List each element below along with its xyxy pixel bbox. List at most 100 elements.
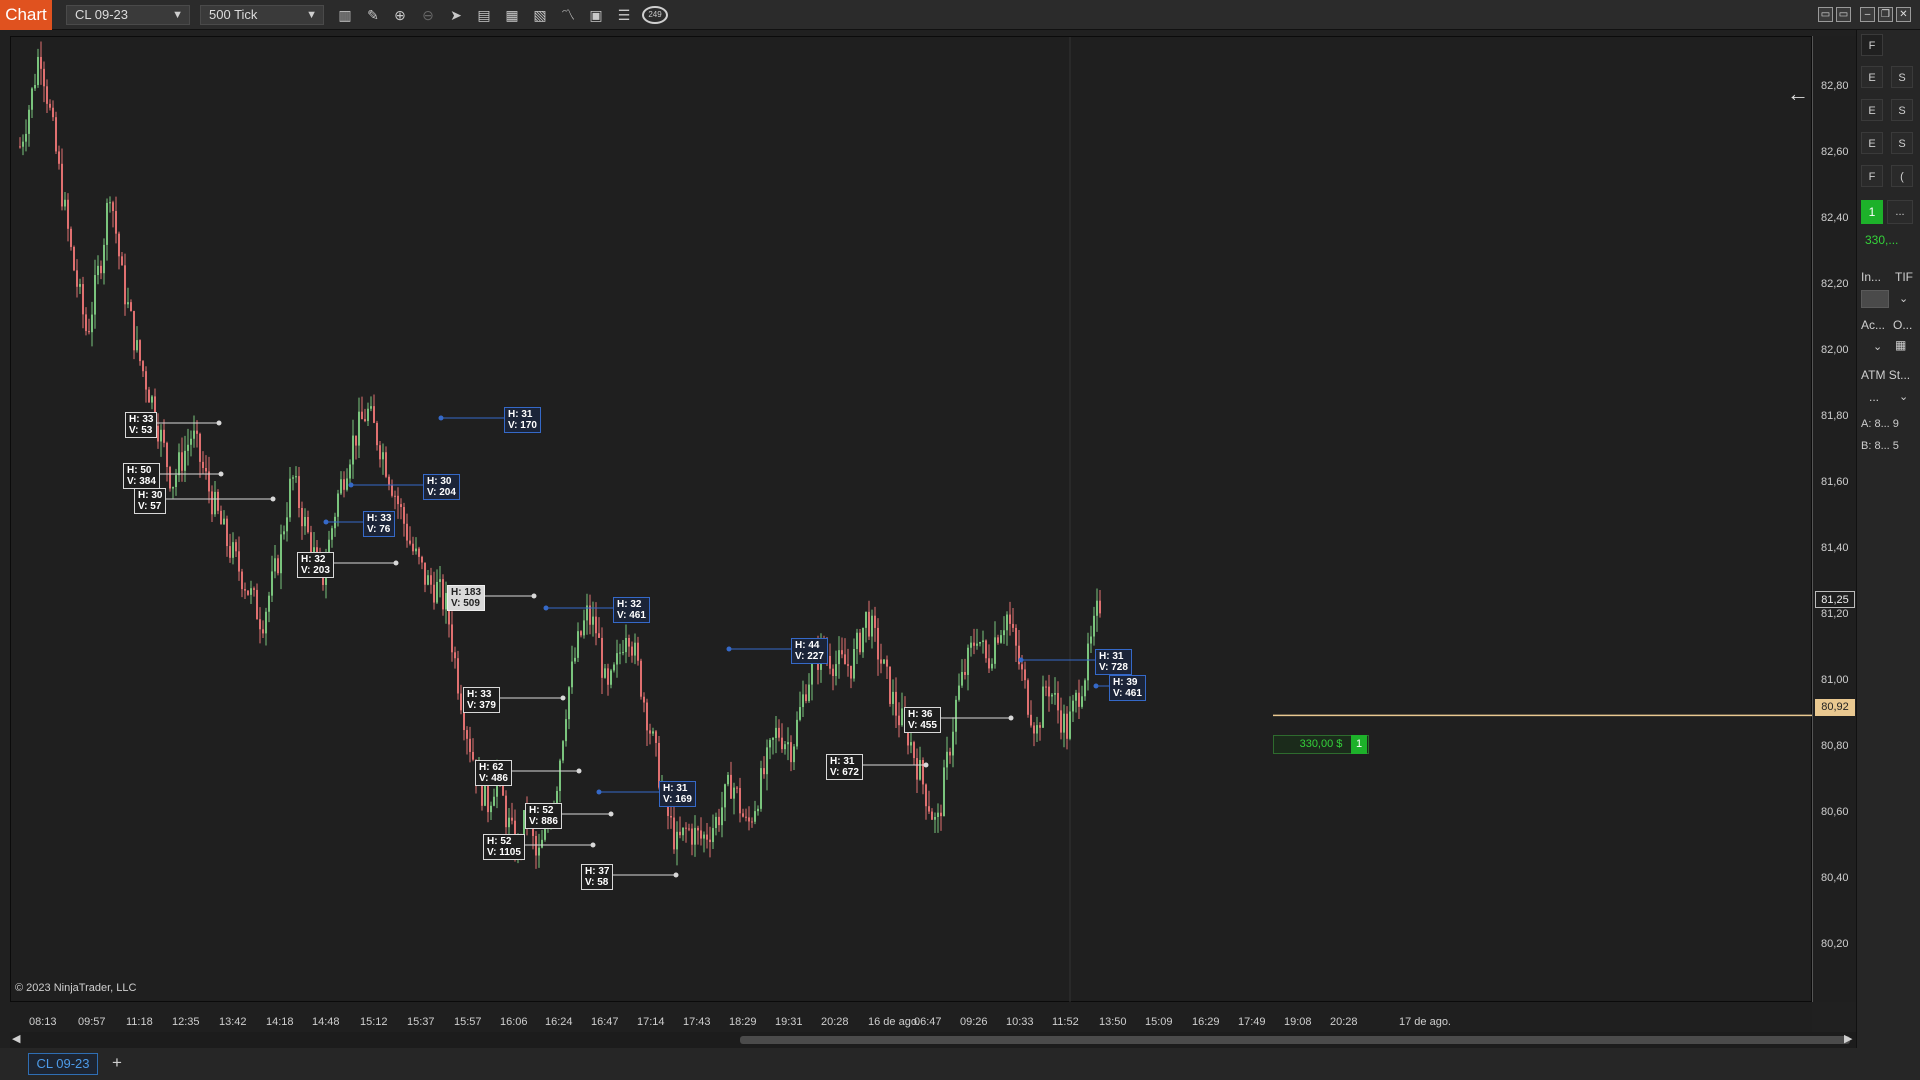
candle-body bbox=[607, 668, 609, 685]
time-tick: 11:52 bbox=[1052, 1016, 1079, 1028]
candle-body bbox=[358, 411, 360, 446]
chart-panel[interactable]: ← H: 33 V: 53 H: 50 V: 384 H: 30 V: 57 H: 32 V:… bbox=[10, 36, 1813, 1003]
restore-icon[interactable]: ❐ bbox=[1878, 7, 1893, 22]
price-axis[interactable]: 82,80 82,60 82,40 82,20 82,00 81,80 81,6… bbox=[1812, 36, 1856, 1002]
chevron-down-icon[interactable]: ⌄ bbox=[1899, 292, 1908, 305]
time-tick: 09:26 bbox=[960, 1016, 988, 1028]
chart-title-tab[interactable]: Chart bbox=[0, 0, 52, 30]
candle-body bbox=[223, 518, 225, 525]
tile-window-icon-2[interactable]: ▭ bbox=[1836, 7, 1851, 22]
candle-body bbox=[715, 816, 717, 829]
time-axis[interactable]: 08:13 09:57 11:18 12:35 13:42 14:18 14:48 15:12… bbox=[10, 1002, 1812, 1032]
chevron-down-icon[interactable]: ⌄ bbox=[1873, 340, 1882, 353]
candle-body bbox=[46, 86, 48, 104]
candle-body bbox=[67, 199, 69, 229]
position-qty-label[interactable]: 1 bbox=[1351, 735, 1367, 754]
more-button[interactable]: ... bbox=[1887, 200, 1913, 224]
swing-annotation[interactable]: H: 44 V: 227 bbox=[791, 638, 828, 664]
candle-body bbox=[40, 56, 42, 69]
tile-window-icon[interactable]: ▭ bbox=[1818, 7, 1833, 22]
time-tick: 08:13 bbox=[29, 1016, 57, 1028]
add-tab-button[interactable]: + bbox=[106, 1053, 128, 1075]
last-price-marker: 81,25 bbox=[1815, 591, 1855, 608]
minimize-icon[interactable]: – bbox=[1860, 7, 1875, 22]
swing-point bbox=[923, 762, 929, 768]
price-chart[interactable] bbox=[11, 37, 1813, 1003]
swing-annotation[interactable]: H: 31 V: 672 bbox=[826, 754, 863, 780]
swing-height: H: 31 bbox=[830, 756, 855, 767]
drawing-tool-icon[interactable]: ✎ bbox=[364, 6, 382, 24]
swing-height: H: 33 bbox=[467, 689, 492, 700]
time-tick: 19:08 bbox=[1284, 1016, 1312, 1028]
swing-annotation[interactable]: H: 31 V: 728 bbox=[1095, 649, 1132, 675]
bar-style-icon[interactable]: ▥ bbox=[336, 6, 354, 24]
panel-e-button[interactable]: E bbox=[1861, 66, 1883, 88]
price-tick: 82,20 bbox=[1821, 278, 1849, 290]
swing-annotation[interactable]: H: 52 V: 886 bbox=[525, 803, 562, 829]
scroll-left-icon[interactable]: ◀ bbox=[12, 1032, 20, 1045]
swing-annotation[interactable]: H: 39 V: 461 bbox=[1109, 675, 1146, 701]
panel-s-button[interactable]: S bbox=[1891, 99, 1913, 121]
candle-body bbox=[76, 270, 78, 287]
panel-e-button[interactable]: E bbox=[1861, 132, 1883, 154]
chevron-down-icon[interactable]: ⌄ bbox=[1899, 390, 1908, 403]
swing-annotation[interactable]: H: 62 V: 486 bbox=[475, 760, 512, 786]
chart-scrollbar[interactable]: ◀ ▶ bbox=[10, 1032, 1856, 1048]
back-arrow-icon[interactable]: ← bbox=[1787, 81, 1809, 107]
scrollbar-thumb[interactable] bbox=[740, 1036, 1850, 1044]
properties-icon[interactable]: ▣ bbox=[587, 6, 605, 24]
pointer-icon[interactable]: ➤ bbox=[447, 6, 465, 24]
swing-annotation[interactable]: H: 183 V: 509 bbox=[447, 585, 486, 611]
candle-body bbox=[424, 562, 426, 585]
swing-annotation[interactable]: H: 33 V: 53 bbox=[125, 412, 158, 438]
candle-body bbox=[976, 643, 978, 646]
calculator-icon[interactable]: ▦ bbox=[1895, 338, 1906, 352]
scroll-right-icon[interactable]: ▶ bbox=[1844, 1032, 1852, 1045]
swing-annotation[interactable]: H: 52 V: 1105 bbox=[483, 834, 525, 860]
bar-timer-icon[interactable]: 249 bbox=[642, 6, 668, 24]
candle-body bbox=[337, 493, 339, 517]
time-tick: 15:12 bbox=[360, 1016, 388, 1028]
zoom-in-icon[interactable]: ⊕ bbox=[391, 6, 409, 24]
strategies-icon[interactable]: 〽 bbox=[559, 6, 577, 24]
swing-annotation[interactable]: H: 32 V: 461 bbox=[613, 597, 650, 623]
swing-annotation[interactable]: H: 30 V: 204 bbox=[423, 474, 460, 500]
candle-body bbox=[769, 739, 771, 748]
swing-annotation[interactable]: H: 33 V: 76 bbox=[363, 511, 396, 537]
atm-strategy-value[interactable]: ... bbox=[1869, 390, 1879, 404]
candle-body bbox=[1099, 600, 1101, 614]
price-tick: 82,40 bbox=[1821, 212, 1849, 224]
swing-annotation[interactable]: H: 33 V: 379 bbox=[463, 687, 500, 713]
candle-body bbox=[1036, 725, 1038, 734]
swing-annotation[interactable]: H: 37 V: 58 bbox=[581, 864, 614, 890]
swing-annotation[interactable]: H: 30 V: 57 bbox=[134, 488, 167, 514]
close-icon[interactable]: ✕ bbox=[1896, 7, 1911, 22]
indicators-icon[interactable]: ▧ bbox=[531, 6, 549, 24]
candle-body bbox=[964, 671, 966, 675]
templates-icon[interactable]: ▦ bbox=[503, 6, 521, 24]
tab-cl-09-23[interactable]: CL 09-23 bbox=[28, 1053, 98, 1075]
zoom-out-icon[interactable]: ⊖ bbox=[419, 6, 437, 24]
swing-annotation[interactable]: H: 50 V: 384 bbox=[123, 463, 160, 489]
instrument-selector[interactable]: CL 09-23 ▼ bbox=[66, 5, 190, 25]
swing-annotation[interactable]: H: 36 V: 455 bbox=[904, 707, 941, 733]
swing-annotation[interactable]: H: 31 V: 170 bbox=[504, 407, 541, 433]
panel-s-button[interactable]: S bbox=[1891, 66, 1913, 88]
time-tick: 17:43 bbox=[683, 1016, 711, 1028]
data-box-icon[interactable]: ▤ bbox=[475, 6, 493, 24]
swing-volume: V: 203 bbox=[301, 565, 330, 576]
instrument-dropdown[interactable] bbox=[1861, 290, 1889, 308]
swing-annotation[interactable]: H: 32 V: 203 bbox=[297, 552, 334, 578]
candle-body bbox=[865, 611, 867, 628]
candle-body bbox=[790, 742, 792, 763]
swing-annotation[interactable]: H: 31 V: 169 bbox=[659, 781, 696, 807]
panel-f-button[interactable]: F bbox=[1861, 34, 1883, 56]
panel-f-button[interactable]: F bbox=[1861, 165, 1883, 187]
chart-trader-icon[interactable]: ☰ bbox=[615, 6, 633, 24]
candle-body bbox=[613, 664, 615, 671]
panel-s-button[interactable]: S bbox=[1891, 132, 1913, 154]
interval-selector[interactable]: 500 Tick ▼ bbox=[200, 5, 324, 25]
panel-paren-button[interactable]: ( bbox=[1891, 165, 1913, 187]
candle-body bbox=[1054, 693, 1056, 695]
panel-e-button[interactable]: E bbox=[1861, 99, 1883, 121]
